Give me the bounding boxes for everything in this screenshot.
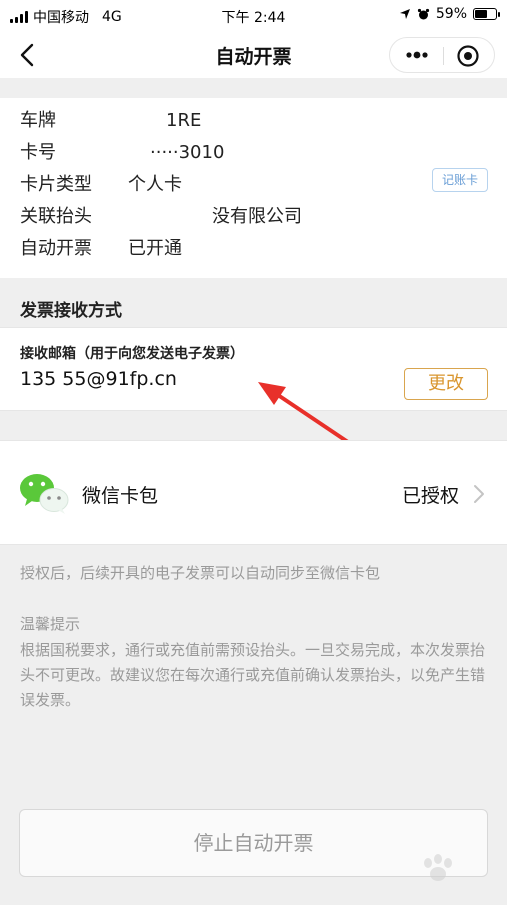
capsule-divider xyxy=(443,47,444,65)
more-dots-icon[interactable] xyxy=(404,47,430,63)
card-category-badge: 记账卡 xyxy=(432,168,488,192)
plate-label: 车牌 xyxy=(20,110,56,131)
location-icon xyxy=(399,9,410,19)
status-bar: 中国移动 4G 下午 2:44 59% xyxy=(0,0,507,32)
wechat-wallet-row[interactable]: 微信卡包 已授权 xyxy=(0,440,507,545)
change-email-button[interactable]: 更改 xyxy=(404,368,488,400)
alarm-icon xyxy=(417,8,429,19)
chevron-right-icon xyxy=(474,485,484,503)
card-number-label: 卡号 xyxy=(20,142,56,163)
card-type-row: 卡片类型 个人卡 xyxy=(20,170,182,196)
section-title: 发票接收方式 xyxy=(20,301,122,321)
wallet-status: 已授权 xyxy=(402,485,460,507)
email-label: 接收邮箱（用于向您发送电子发票） xyxy=(20,346,244,362)
email-value: 135 55@91fp.cn xyxy=(20,368,177,390)
auto-invoice-row: 自动开票 已开通 xyxy=(20,234,182,260)
battery-percent: 59% xyxy=(435,6,467,22)
plate-row: 车牌 1RE xyxy=(20,106,201,132)
card-info-panel: 车牌 1RE 卡号 ·····3010 卡片类型 个人卡 关联抬头 没有限公司 自动开票… xyxy=(0,98,507,278)
sync-note: 授权后，后续开具的电子发票可以自动同步至微信卡包 xyxy=(20,564,381,582)
tip-body: 根据国税要求，通行或充值前需预设抬头。一旦交易完成，本次发票抬头不可更改。故建议… xyxy=(20,641,486,709)
card-type-label: 卡片类型 xyxy=(20,174,92,195)
watermark-paw-icon xyxy=(424,854,452,881)
mini-program-capsule xyxy=(389,37,495,73)
auto-invoice-label: 自动开票 xyxy=(20,238,92,259)
wallet-label: 微信卡包 xyxy=(82,485,159,507)
card-number-row: 卡号 ·····3010 xyxy=(20,138,224,164)
invoice-title-label: 关联抬头 xyxy=(20,206,92,227)
invoice-title-row: 关联抬头 没有限公司 xyxy=(20,202,302,228)
card-number-value: ·····3010 xyxy=(150,142,225,163)
auto-invoice-value: 已开通 xyxy=(128,238,182,259)
battery-icon xyxy=(473,8,500,20)
tip-title: 温馨提示 xyxy=(20,615,81,633)
card-type-value: 个人卡 xyxy=(128,174,182,195)
invoice-title-value: 没有限公司 xyxy=(212,206,302,227)
target-close-icon[interactable] xyxy=(456,44,480,68)
nav-bar: 自动开票 xyxy=(0,32,507,78)
status-right: 59% xyxy=(399,6,500,22)
wechat-icon xyxy=(20,474,69,514)
plate-value: 1RE xyxy=(166,110,202,131)
